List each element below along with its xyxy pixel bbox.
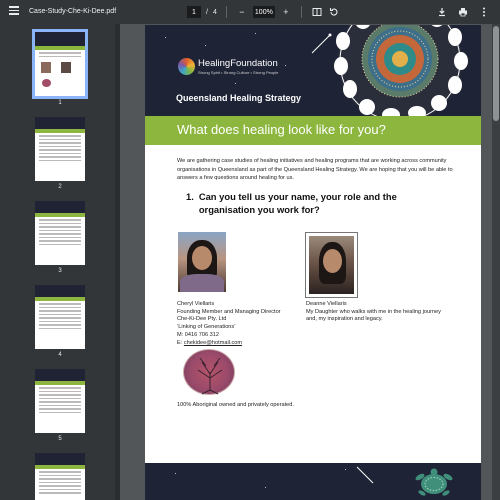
deanne-name: Deanne Viellaris <box>306 301 347 307</box>
thumbnail-page-number: 3 <box>58 268 62 274</box>
cheryl-email-line: E: chekidee@hotmail.com <box>177 340 297 348</box>
brand-tagline: Strong Spirit • Strong Culture • Strong … <box>198 70 279 75</box>
pdf-page: HealingFoundation Strong Spirit • Strong… <box>145 25 481 500</box>
ownership-statement: 100% Aboriginal owned and privately oper… <box>177 402 294 408</box>
thumbnail-page-number: 4 <box>58 352 62 358</box>
document-viewer: HealingFoundation Strong Spirit • Strong… <box>120 24 500 500</box>
menu-icon[interactable] <box>9 6 19 18</box>
page-thumbnail-3[interactable] <box>35 201 85 265</box>
toolbar-divider <box>300 6 302 18</box>
more-options-icon[interactable] <box>478 6 490 18</box>
viewer-scrollbar[interactable] <box>492 24 500 500</box>
cheryl-name: Cheryl Viellaris <box>177 301 215 307</box>
cheryl-details: Cheryl Viellaris Founding Member and Man… <box>177 301 297 347</box>
pdf-toolbar: Case-Study-Che-Ki-Dee.pdf / 4 − + <box>0 0 500 24</box>
zoom-input[interactable] <box>252 6 275 18</box>
cheryl-photo <box>178 232 226 292</box>
fit-page-icon[interactable] <box>311 6 323 18</box>
page-heading: What does healing look like for you? <box>177 122 386 137</box>
cheryl-email-link[interactable]: chekidee@hotmail.com <box>184 340 242 346</box>
page-thumbnail-5[interactable] <box>35 369 85 433</box>
right-tools <box>436 6 490 18</box>
email-prefix: E: <box>177 339 184 346</box>
page-thumbnail-2[interactable] <box>35 117 85 181</box>
cheryl-mobile: M: 0416 706 312 <box>177 331 219 338</box>
toolbar-divider <box>225 6 227 18</box>
thumbnail-page-number: 2 <box>58 184 62 190</box>
page-number-input[interactable] <box>187 6 201 18</box>
page-separator: / <box>206 8 208 16</box>
question-number: 1. <box>186 191 194 202</box>
cheryl-tagline: ‘Linking of Generations’ <box>177 324 236 331</box>
viewer-scrollbar-thumb[interactable] <box>493 26 499 121</box>
cheryl-role: Founding Member and Managing Director <box>177 308 281 315</box>
question-1: 1. Can you tell us your name, your role … <box>186 191 451 216</box>
deanne-photo <box>305 232 358 298</box>
zoom-out-button[interactable]: − <box>236 6 248 18</box>
question-text: Can you tell us your name, your role and… <box>198 191 397 215</box>
page-thumbnail-1[interactable] <box>32 29 88 99</box>
strategy-title: Queensland Healing Strategy <box>176 93 302 103</box>
thumbnail-sidebar: 1 2 3 4 5 <box>0 24 120 500</box>
che-ki-dee-tree-logo-icon <box>183 349 235 395</box>
turtle-icon <box>415 468 453 496</box>
intro-paragraph: We are gathering case studies of healing… <box>177 158 453 182</box>
print-icon[interactable] <box>457 6 469 18</box>
download-icon[interactable] <box>436 6 448 18</box>
cheryl-org: Che-Ki-Dee Pty. Ltd <box>177 316 227 323</box>
aboriginal-artwork-icon <box>334 25 468 117</box>
brand-name: HealingFoundation <box>198 58 278 69</box>
page-footer-banner <box>145 463 481 500</box>
page-thumbnail-4[interactable] <box>35 285 85 349</box>
thumbnail-page-number: 1 <box>58 100 62 106</box>
deanne-details: Deanne Viellaris My Daughter who walks w… <box>306 301 451 324</box>
deanne-description: My Daughter who walks with me in the hea… <box>306 308 441 323</box>
zoom-in-button[interactable]: + <box>280 6 292 18</box>
shooting-star-icon <box>356 466 374 484</box>
rotate-icon[interactable] <box>328 6 340 18</box>
document-title: Case-Study-Che-Ki-Dee.pdf <box>29 8 117 15</box>
page-total: 4 <box>212 8 217 16</box>
page-thumbnail-6[interactable] <box>35 453 85 500</box>
page-controls: / 4 − + <box>187 6 340 18</box>
healing-foundation-logo-icon <box>178 58 195 75</box>
thumbnail-page-number: 5 <box>58 436 62 442</box>
